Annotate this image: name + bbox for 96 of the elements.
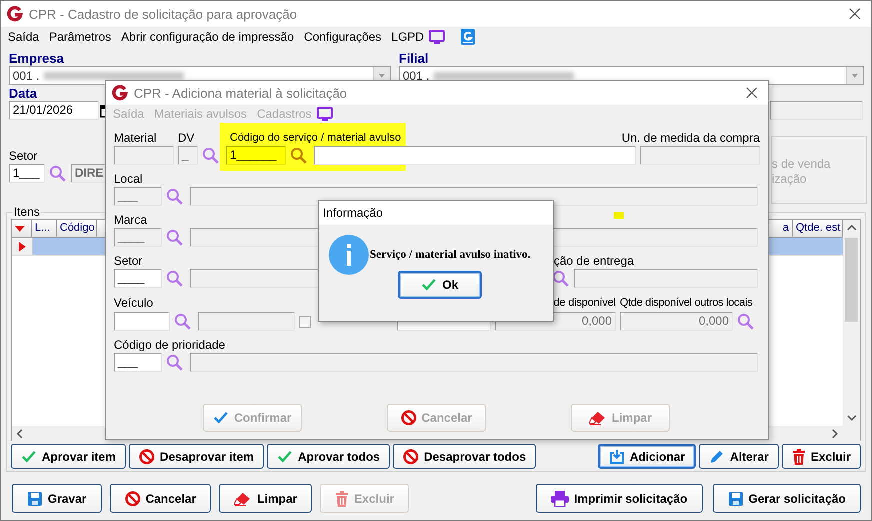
dialog-title: CPR - Adiciona material à solicitação: [134, 86, 348, 100]
field-label: Empresa: [9, 52, 65, 66]
search-icon[interactable]: [202, 146, 220, 164]
row-pointer-icon: [18, 242, 26, 252]
search-icon[interactable]: [737, 312, 755, 330]
field-label: Setor: [9, 149, 38, 164]
prohibited-icon: [400, 410, 417, 426]
prohibited-icon: [139, 448, 156, 464]
field-label: Local: [114, 172, 143, 187]
search-icon[interactable]: [166, 354, 184, 372]
logo-icon: [112, 85, 128, 101]
search-icon[interactable]: [174, 312, 192, 330]
field-label: Veículo: [114, 296, 154, 311]
scroll-left-icon[interactable]: [16, 429, 24, 439]
service-code-field[interactable]: 1______: [226, 146, 286, 165]
field-label: de disponível: [554, 296, 616, 311]
trash-icon: [792, 448, 806, 464]
approve-item-button[interactable]: Aprovar item: [11, 444, 126, 469]
search-icon[interactable]: [290, 146, 308, 164]
field-label: Setor: [114, 254, 143, 269]
column-header[interactable]: Código: [57, 220, 97, 238]
priority-field[interactable]: ___: [114, 353, 162, 372]
search-icon[interactable]: [166, 270, 184, 288]
vehicle-field[interactable]: [114, 312, 170, 331]
vertical-scrollbar[interactable]: [843, 220, 860, 426]
close-icon[interactable]: [746, 87, 758, 99]
cancel-button[interactable]: Cancelar: [110, 484, 212, 513]
check-icon: [213, 411, 230, 425]
column-header[interactable]: L...: [32, 220, 57, 238]
search-icon[interactable]: [552, 270, 570, 288]
column-header[interactable]: Qtde. est: [793, 220, 843, 238]
monitor-icon[interactable]: [316, 106, 333, 122]
edit-button[interactable]: Alterar: [699, 444, 779, 469]
logo-icon: [7, 6, 23, 22]
printer-icon: [551, 490, 570, 506]
clear-button[interactable]: Limpar: [219, 484, 312, 513]
monitor-icon[interactable]: [429, 30, 446, 44]
approve-all-button[interactable]: Aprovar todos: [267, 444, 390, 469]
search-icon[interactable]: [49, 164, 67, 182]
sector-field[interactable]: ____: [114, 269, 162, 288]
print-button[interactable]: Imprimir solicitação: [536, 484, 703, 513]
option-label: s de venda: [772, 157, 832, 172]
info-icon: [329, 235, 369, 275]
field-label: Data: [9, 87, 38, 101]
delete-button[interactable]: Excluir: [782, 444, 861, 469]
group-title: Itens: [13, 206, 42, 219]
disapprove-item-button[interactable]: Desaprovar item: [129, 444, 264, 469]
check-icon: [277, 450, 294, 464]
menu-item[interactable]: Abrir configuração de impressão: [116, 30, 300, 44]
text-field[interactable]: [770, 101, 863, 120]
message-text: Serviço / material avulso inativo.: [370, 249, 531, 261]
disapprove-all-button[interactable]: Desaprovar todos: [393, 444, 536, 469]
field-label: Filial: [399, 52, 430, 66]
prohibited-icon: [403, 448, 420, 464]
check-icon: [21, 450, 37, 464]
column-header[interactable]: [12, 220, 32, 238]
search-icon[interactable]: [166, 228, 184, 246]
save-button[interactable]: Gravar: [12, 484, 102, 513]
trash-icon: [335, 490, 350, 506]
highlight-mark: [614, 212, 624, 219]
prohibited-icon: [124, 490, 141, 506]
menu-item[interactable]: LGPD: [386, 30, 430, 44]
field-label: Material: [114, 130, 157, 146]
close-icon[interactable]: [849, 8, 861, 20]
search-icon[interactable]: [166, 188, 184, 206]
eraser-icon: [234, 490, 252, 506]
description-field[interactable]: [314, 146, 636, 165]
message-title: Informação: [323, 206, 384, 220]
add-button[interactable]: Adicionar: [598, 444, 696, 469]
menu-item[interactable]: Parâmetros: [44, 30, 116, 44]
window-title: CPR - Cadastro de solicitação para aprovação: [29, 6, 298, 22]
field-label: Código de prioridade: [114, 338, 226, 353]
field-label: DV: [178, 130, 195, 146]
field-label: Código do serviço / material avulso: [229, 130, 402, 146]
field-label: Un. de medida da compra: [622, 130, 760, 146]
download-icon: [608, 448, 625, 464]
generate-button[interactable]: Gerar solicitação: [712, 484, 861, 513]
service-checkbox[interactable]: [299, 316, 311, 328]
scroll-right-icon[interactable]: [831, 429, 839, 439]
date-field[interactable]: 21/01/2026: [9, 101, 99, 120]
menu-item[interactable]: Saída: [3, 30, 44, 44]
field-label: Marca: [114, 213, 148, 228]
field-label: Qtde disponível outros locais: [620, 296, 753, 311]
sort-down-icon[interactable]: [15, 226, 25, 232]
app-icon[interactable]: [461, 29, 476, 45]
scroll-up-icon[interactable]: [846, 224, 856, 232]
check-icon: [421, 278, 438, 292]
eraser-icon: [588, 410, 607, 426]
scrollbar-thumb[interactable]: [845, 238, 858, 322]
menu-item[interactable]: Configurações: [299, 30, 387, 44]
ok-button[interactable]: Ok: [398, 271, 482, 299]
scroll-down-icon[interactable]: [846, 414, 856, 422]
pencil-icon: [709, 448, 726, 464]
option-label: ização: [772, 172, 808, 187]
field-label: ção de entrega: [554, 254, 634, 269]
sector-code-field[interactable]: 1___: [9, 164, 45, 183]
